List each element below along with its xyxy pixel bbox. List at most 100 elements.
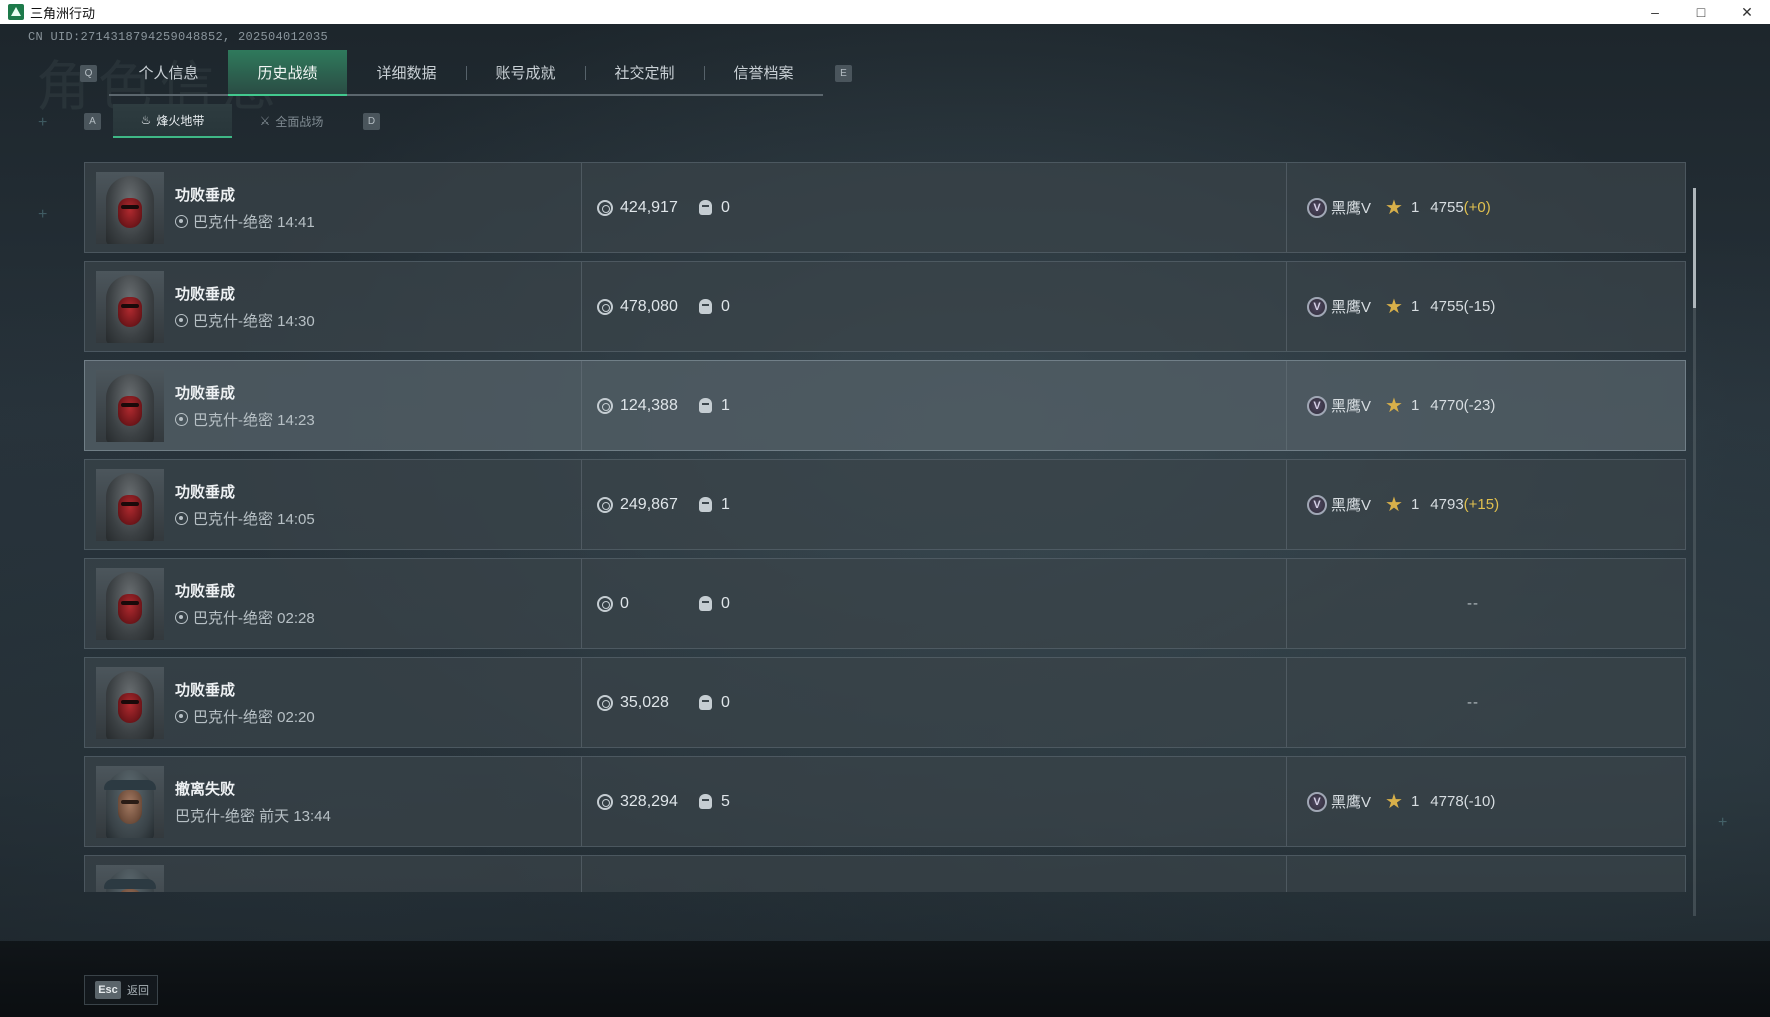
rank-level: 1 — [1410, 793, 1420, 810]
tab-3[interactable]: 详细数据 — [347, 50, 466, 94]
record-stats-cell: 478,080 0 — [582, 262, 1287, 351]
loot-value: 424,917 — [620, 198, 678, 216]
record-summary-cell: 功败垂成 巴克什-绝密 14:30 — [85, 262, 582, 351]
match-record-row[interactable]: 功败垂成巴克什-绝密 14:05 249,867 1 V 黑鹰V ★ 1 4793(+15) — [84, 459, 1686, 550]
stats-group: 249,867 1 — [597, 496, 730, 514]
star-icon: ★ — [1385, 790, 1403, 813]
back-label: 返回 — [127, 985, 149, 997]
rank-score: 4755(-15) — [1430, 298, 1495, 315]
list-scrollbar[interactable] — [1693, 188, 1696, 916]
rank-badge-icon: V — [1307, 494, 1327, 515]
window-title: 三角洲行动 — [30, 5, 96, 21]
map-time: 巴克什-绝密 02:28 — [193, 609, 315, 627]
map-mode-icon — [175, 511, 188, 525]
avatar-cap-shape — [104, 779, 156, 790]
map-mode-icon — [175, 214, 188, 228]
avatar-eyes-shape — [121, 402, 139, 407]
map-line: 巴克什-绝密 02:20 — [175, 706, 315, 727]
kill-count: 1 — [721, 396, 730, 414]
loot-value: 249,867 — [620, 495, 678, 513]
avatar-face-shape — [118, 197, 142, 228]
rank-name: 黑鹰V — [1331, 200, 1372, 217]
avatar-eyes-shape — [121, 600, 139, 605]
coin-icon — [597, 496, 613, 513]
kill-icon — [699, 794, 712, 809]
deco-plus-icon: + — [1718, 814, 1728, 831]
tab-6[interactable]: 信誉档案 — [704, 50, 823, 94]
match-result: 功败垂成 — [175, 483, 236, 501]
subtab-2[interactable]: ⚔ 全面战场 — [232, 104, 351, 138]
window-titlebar: 三角洲行动 – □ ✕ — [0, 0, 1770, 24]
esc-key-icon: Esc — [95, 981, 121, 999]
map-time: 巴克什-绝密 14:05 — [193, 510, 315, 528]
record-rank-cell — [1287, 856, 1685, 892]
operator-avatar — [96, 765, 164, 838]
uid-text: CN UID:2714318794259048852, 202504012035 — [28, 30, 329, 44]
match-record-row[interactable]: 功败垂成 巴克什-绝密 02:28 0 0 -- — [84, 558, 1686, 649]
map-time: 巴克什-绝密 14:23 — [193, 411, 315, 429]
rank-badge-icon: V — [1307, 296, 1327, 317]
coin-icon — [597, 793, 613, 810]
match-result: 功败垂成 — [175, 582, 236, 600]
kill-icon — [699, 596, 712, 611]
tab-2[interactable]: 历史战绩 — [228, 50, 347, 96]
subtab-1[interactable]: ♨ 烽火地带 — [113, 104, 232, 138]
stats-group: 424,917 0 — [597, 199, 730, 217]
match-history-list: 功败垂成 巴克什-绝密 14:41 424,917 0 V 黑鹰V ★ 1 4755(+0) 功败… — [84, 162, 1686, 892]
prev-subtab-key[interactable]: A — [84, 112, 101, 130]
tab-4[interactable]: 账号成就 — [466, 50, 585, 94]
match-record-row[interactable]: 撤离失败 巴克什-绝密 前天 13:44 328,294 5 V 黑鹰V ★ 1 4778(-1… — [84, 756, 1686, 847]
record-info: 功败垂成巴克什-绝密 14:23 — [175, 382, 315, 430]
rank-score: 4755(+0) — [1430, 199, 1490, 216]
avatar-face-shape — [118, 593, 142, 624]
rank-name: 黑鹰V — [1331, 497, 1372, 514]
rank-level: 1 — [1410, 199, 1420, 216]
match-record-row[interactable]: 功败垂成 巴克什-绝密 14:41 424,917 0 V 黑鹰V ★ 1 4755(+0) — [84, 162, 1686, 253]
match-record-row[interactable]: 功败垂成 巴克什-绝密 14:23 124,388 1 V 黑鹰V ★ 1 4770(-23) — [84, 360, 1686, 451]
record-rank-cell: V 黑鹰V ★ 1 4755(+0) — [1287, 163, 1685, 252]
close-button[interactable]: ✕ — [1724, 0, 1770, 24]
map-line: 巴克什-绝密 14:23 — [175, 409, 315, 430]
maximize-button[interactable]: □ — [1678, 0, 1724, 24]
match-result: 功败垂成 — [175, 384, 236, 402]
coin-icon — [597, 298, 613, 315]
back-button[interactable]: Esc 返回 — [84, 975, 158, 1005]
match-record-row[interactable]: 撤离失败 — [84, 855, 1686, 892]
record-info: 功败垂成 巴克什-绝密 14:30 — [175, 283, 315, 331]
match-result: 功败垂成 — [175, 186, 236, 204]
rank-badge-icon: V — [1307, 791, 1327, 812]
star-icon: ★ — [1385, 493, 1403, 516]
map-line: 巴克什-绝密 14:41 — [175, 211, 315, 232]
kill-count: 0 — [721, 594, 730, 612]
rank-score: 4778(-10) — [1430, 793, 1495, 810]
score-value: 4755 — [1430, 298, 1464, 315]
score-delta: (+0) — [1463, 199, 1491, 216]
match-record-row[interactable]: 功败垂成 巴克什-绝密 02:20 35,028 0 -- — [84, 657, 1686, 748]
minimize-button[interactable]: – — [1632, 0, 1678, 24]
next-subtab-key[interactable]: D — [363, 112, 380, 130]
bottom-bar — [0, 941, 1770, 1017]
operator-avatar — [96, 567, 164, 640]
record-rank-cell: V 黑鹰V ★ 1 4770(-23) — [1287, 361, 1685, 450]
stats-group: 35,028 0 — [597, 694, 730, 712]
avatar-eyes-shape — [121, 501, 139, 506]
loot-value: 35,028 — [620, 693, 669, 711]
rank-score: 4793(+15) — [1430, 496, 1499, 513]
record-stats-cell: 35,028 0 — [582, 658, 1287, 747]
next-tab-key[interactable]: E — [835, 64, 852, 82]
star-icon: ★ — [1385, 196, 1403, 219]
record-summary-cell: 功败垂成巴克什-绝密 14:05 — [85, 460, 582, 549]
rank-badge-icon: V — [1307, 395, 1327, 416]
scrollbar-thumb[interactable] — [1693, 188, 1696, 308]
rank-level: 1 — [1410, 496, 1420, 513]
tab-1[interactable]: 个人信息 — [109, 50, 228, 94]
tab-5[interactable]: 社交定制 — [585, 50, 704, 94]
match-record-row[interactable]: 功败垂成 巴克什-绝密 14:30 478,080 0 V 黑鹰V ★ 1 4755(-15) — [84, 261, 1686, 352]
record-rank-cell: V 黑鹰V ★ 1 4778(-10) — [1287, 757, 1685, 846]
record-stats-cell: 249,867 1 — [582, 460, 1287, 549]
kill-icon — [699, 200, 712, 215]
prev-tab-key[interactable]: Q — [80, 64, 97, 82]
score-delta: (-23) — [1463, 397, 1496, 414]
match-result: 撤离失败 — [175, 890, 235, 892]
record-info: 功败垂成巴克什-绝密 02:28 — [175, 580, 315, 628]
